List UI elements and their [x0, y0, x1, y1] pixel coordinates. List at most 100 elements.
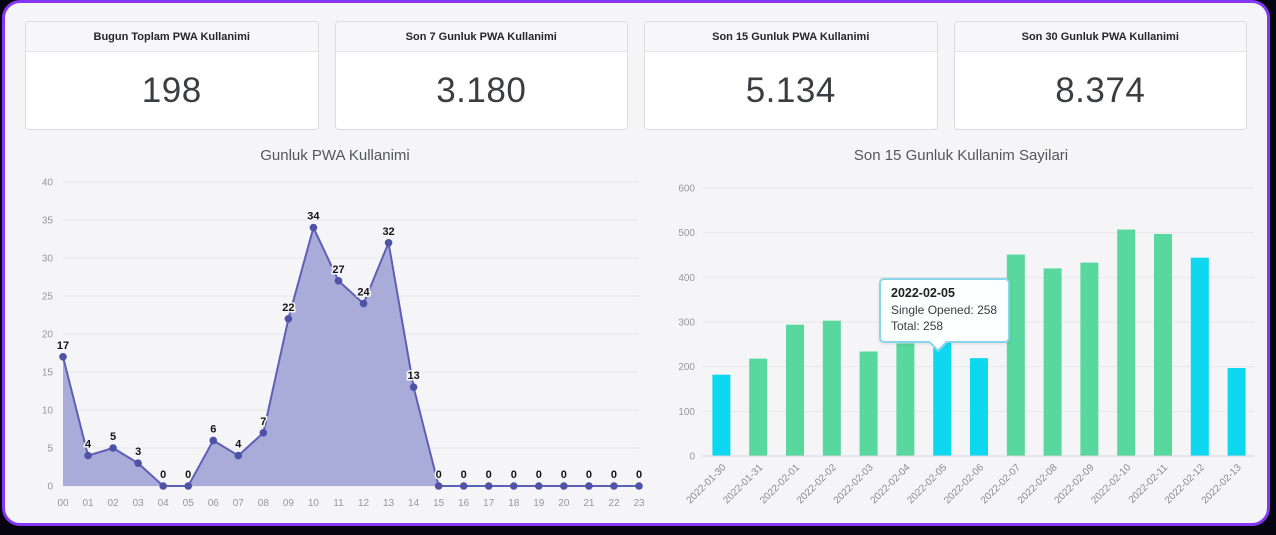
bar[interactable]: [933, 340, 952, 456]
point-value-label: 0: [461, 469, 467, 481]
stat-card-label: Son 15 Gunluk PWA Kullanimi: [645, 22, 937, 52]
bar[interactable]: [712, 374, 731, 456]
point-value-label: 34: [307, 211, 320, 223]
y-tick-label: 300: [678, 318, 695, 329]
data-point[interactable]: [209, 436, 218, 445]
last15-chart-panel: Son 15 Gunluk Kullanim Sayilari 0 100 200 3…: [661, 140, 1261, 516]
tooltip-single-opened: Single Opened: 258: [891, 303, 998, 317]
daily-usage-chart-panel: Gunluk PWA Kullanimi 0 5 10 15 20 25 30 35 40 17 0…: [19, 140, 651, 516]
x-tick-label: 21: [583, 498, 595, 509]
point-value-label: 0: [586, 469, 592, 481]
data-point[interactable]: [84, 451, 92, 460]
x-tick-label: 00: [57, 498, 69, 509]
bar[interactable]: [822, 320, 841, 456]
bar[interactable]: [970, 358, 988, 456]
data-point[interactable]: [434, 482, 443, 490]
data-point[interactable]: [159, 482, 167, 490]
data-point[interactable]: [359, 299, 368, 308]
point-value-label: 0: [185, 469, 191, 481]
data-point[interactable]: [384, 239, 393, 247]
bar[interactable]: [859, 351, 878, 456]
point-value-label: 4: [235, 439, 242, 451]
daily-usage-area-chart[interactable]: 0510152025303540170040150230300400560640…: [19, 168, 651, 516]
bar[interactable]: [896, 343, 915, 456]
data-point[interactable]: [459, 482, 468, 490]
data-point[interactable]: [535, 482, 543, 490]
stat-card-label: Son 30 Gunluk PWA Kullanimi: [954, 22, 1246, 52]
data-point[interactable]: [610, 482, 618, 490]
point-value-label: 24: [357, 287, 370, 299]
area-fill: [63, 227, 639, 486]
x-tick-label: 06: [208, 498, 220, 509]
bar[interactable]: [749, 358, 768, 456]
y-tick-label: 400: [678, 273, 695, 284]
data-point[interactable]: [484, 482, 493, 490]
bar[interactable]: [1227, 368, 1246, 456]
x-tick-label: 14: [408, 498, 420, 509]
x-tick-label: 05: [183, 498, 195, 509]
chart-title: Gunluk PWA Kullanimi: [260, 147, 410, 164]
stat-card-label: Bugun Toplam PWA Kullanimi: [26, 22, 318, 52]
point-value-label: 0: [436, 469, 442, 481]
point-value-label: 5: [110, 431, 116, 443]
stat-card-label: Son 7 Gunluk PWA Kullanimi: [335, 22, 627, 52]
data-point[interactable]: [259, 429, 268, 437]
data-point[interactable]: [509, 482, 518, 490]
data-point[interactable]: [309, 223, 318, 232]
data-point[interactable]: [560, 482, 568, 490]
y-tick-label: 0: [47, 482, 53, 493]
y-tick-label: 100: [678, 407, 695, 418]
stat-card-last7: Son 7 Gunluk PWA Kullanimi 3.180: [334, 21, 628, 130]
point-value-label: 0: [561, 469, 567, 481]
y-tick-label: 600: [678, 184, 695, 195]
bar[interactable]: [1080, 262, 1099, 456]
bar[interactable]: [1154, 234, 1172, 456]
charts-row: Gunluk PWA Kullanimi 0 5 10 15 20 25 30 35 40 17 0…: [5, 130, 1267, 516]
y-tick-label: 500: [678, 228, 695, 239]
point-value-label: 0: [511, 469, 517, 481]
data-point[interactable]: [134, 459, 142, 468]
x-tick-label: 10: [308, 498, 320, 509]
data-point[interactable]: [409, 383, 418, 391]
stat-card-last15: Son 15 Gunluk PWA Kullanimi 5.134: [644, 21, 938, 130]
x-tick-label: 09: [283, 498, 295, 509]
data-point[interactable]: [59, 353, 67, 361]
point-value-label: 0: [611, 469, 617, 481]
x-tick-label: 18: [508, 498, 520, 509]
y-tick-label: 15: [42, 368, 54, 379]
data-point[interactable]: [184, 482, 193, 490]
data-point[interactable]: [334, 277, 343, 285]
bar[interactable]: [1043, 268, 1062, 456]
y-tick-label: 5: [47, 444, 53, 455]
stat-card-today-total: Bugun Toplam PWA Kullanimi 198: [25, 21, 319, 130]
x-tick-label: 11: [333, 498, 344, 509]
stat-card-value: 198: [141, 70, 202, 110]
data-point[interactable]: [585, 482, 593, 490]
y-tick-label: 20: [42, 330, 54, 341]
y-tick-label: 25: [42, 292, 54, 303]
data-point[interactable]: [234, 451, 243, 460]
bar[interactable]: [786, 324, 804, 456]
bar[interactable]: [1117, 229, 1136, 456]
x-tick-label: 12: [358, 498, 370, 509]
point-value-label: 0: [486, 469, 492, 481]
y-tick-label: 30: [42, 254, 54, 265]
x-tick-label: 23: [633, 498, 645, 509]
tooltip-total: Total: 258: [891, 319, 944, 333]
data-point[interactable]: [284, 315, 293, 323]
x-tick-label: 03: [133, 498, 145, 509]
point-value-label: 4: [85, 439, 92, 451]
point-value-label: 17: [57, 340, 69, 352]
x-tick-label: 13: [383, 498, 395, 509]
point-value-label: 0: [160, 469, 166, 481]
data-point[interactable]: [635, 482, 643, 490]
y-tick-label: 10: [42, 406, 54, 417]
bar[interactable]: [1190, 257, 1209, 456]
x-tick-label: 19: [533, 498, 545, 509]
y-tick-label: 0: [689, 452, 695, 463]
x-tick-label: 02: [108, 498, 120, 509]
data-point[interactable]: [109, 444, 117, 452]
stat-card-value: 3.180: [436, 70, 527, 110]
tooltip-date: 2022-02-05: [891, 286, 955, 300]
y-tick-label: 35: [42, 216, 54, 227]
